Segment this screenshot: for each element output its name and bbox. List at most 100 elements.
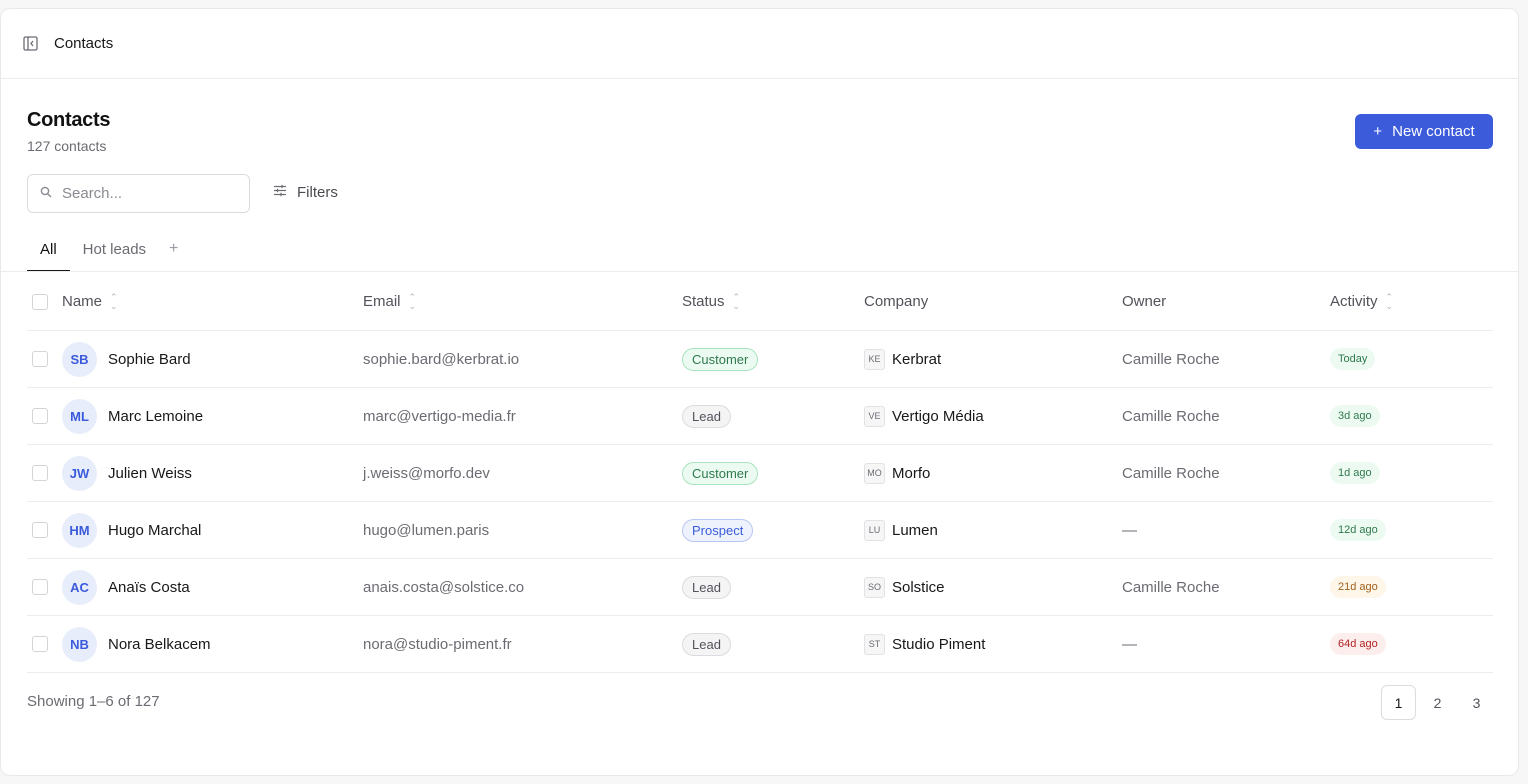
contact-email[interactable]: hugo@lumen.paris xyxy=(363,522,489,539)
page-button-3[interactable]: 3 xyxy=(1459,685,1494,720)
status-cell: Prospect xyxy=(682,518,754,542)
contact-name-cell[interactable]: HM Hugo Marchal xyxy=(62,512,202,548)
contact-name: Julien Weiss xyxy=(108,464,192,482)
status-cell: Lead xyxy=(682,575,731,599)
sort-icon: ⌃ ⌄ xyxy=(408,291,417,311)
column-owner-label: Owner xyxy=(1122,293,1167,310)
filters-icon xyxy=(273,184,287,201)
table-header-row: Name ⌃ ⌄ Email ⌃ ⌄ Status ⌃ ⌄ Company Owner… xyxy=(27,273,1493,331)
tabs-divider xyxy=(1,271,1518,272)
status-cell: Lead xyxy=(682,632,731,656)
contact-count: 127 contacts xyxy=(27,138,107,154)
contact-name-cell[interactable]: SB Sophie Bard xyxy=(62,341,191,377)
company-cell[interactable]: VE Vertigo Média xyxy=(864,405,984,427)
column-header-company[interactable]: Company xyxy=(864,293,928,310)
new-contact-button[interactable]: + New contact xyxy=(1355,114,1493,149)
column-header-status[interactable]: Status ⌃ ⌄ xyxy=(682,291,741,311)
add-tab-icon[interactable]: + xyxy=(159,239,188,272)
row-checkbox[interactable] xyxy=(32,522,48,538)
column-activity-label: Activity xyxy=(1330,293,1378,310)
activity-cell: 3d ago xyxy=(1330,405,1380,427)
activity-badge: 21d ago xyxy=(1330,576,1386,598)
table-row[interactable]: JW Julien Weiss j.weiss@morfo.dev Customer M… xyxy=(27,445,1493,502)
table-row[interactable]: ML Marc Lemoine marc@vertigo-media.fr Lead V… xyxy=(27,388,1493,445)
search-box[interactable] xyxy=(27,174,250,213)
column-header-activity[interactable]: Activity ⌃ ⌄ xyxy=(1330,291,1394,311)
company-cell[interactable]: SO Solstice xyxy=(864,576,945,598)
company-name: Lumen xyxy=(892,521,938,539)
column-header-email[interactable]: Email ⌃ ⌄ xyxy=(363,291,417,311)
table-row[interactable]: SB Sophie Bard sophie.bard@kerbrat.io Custo… xyxy=(27,331,1493,388)
company-logo-tag: MO xyxy=(864,462,885,484)
company-name: Solstice xyxy=(892,578,945,596)
contact-email[interactable]: j.weiss@morfo.dev xyxy=(363,465,490,482)
avatar: AC xyxy=(62,569,97,605)
avatar: JW xyxy=(62,455,97,491)
contact-email[interactable]: nora@studio-piment.fr xyxy=(363,636,512,653)
table-row[interactable]: AC Anaïs Costa anais.costa@solstice.co Lead… xyxy=(27,559,1493,616)
contact-email[interactable]: anais.costa@solstice.co xyxy=(363,579,524,596)
select-all-checkbox[interactable] xyxy=(32,293,48,310)
avatar: SB xyxy=(62,341,97,377)
sort-icon: ⌃ ⌄ xyxy=(1385,291,1394,311)
owner-name: — xyxy=(1122,635,1137,653)
table-row[interactable]: NB Nora Belkacem nora@studio-piment.fr Lead… xyxy=(27,616,1493,673)
tab-all[interactable]: All xyxy=(27,239,70,272)
owner-name: Camille Roche xyxy=(1122,578,1220,596)
column-company-label: Company xyxy=(864,293,929,310)
column-header-name[interactable]: Name ⌃ ⌄ xyxy=(62,291,118,311)
activity-badge: 64d ago xyxy=(1330,633,1386,655)
company-logo-tag: LU xyxy=(864,519,885,541)
owner-name: Camille Roche xyxy=(1122,464,1220,482)
status-badge: Lead xyxy=(682,575,731,599)
company-name: Kerbrat xyxy=(892,350,942,368)
column-header-owner[interactable]: Owner xyxy=(1122,293,1166,310)
contact-name-cell[interactable]: ML Marc Lemoine xyxy=(62,398,203,434)
activity-cell: 64d ago xyxy=(1330,633,1386,655)
company-cell[interactable]: ST Studio Piment xyxy=(864,633,985,655)
showing-count: Showing 1–6 of 127 xyxy=(27,693,160,710)
contact-name: Hugo Marchal xyxy=(108,521,202,539)
sort-icon: ⌃ ⌄ xyxy=(732,291,741,311)
activity-badge: Today xyxy=(1330,348,1376,370)
contacts-table: Name ⌃ ⌄ Email ⌃ ⌄ Status ⌃ ⌄ Company Owner… xyxy=(27,273,1493,673)
pagination: 1 2 3 xyxy=(1381,685,1494,720)
table-row[interactable]: HM Hugo Marchal hugo@lumen.paris Prospect LU… xyxy=(27,502,1493,559)
sidebar-toggle-icon[interactable] xyxy=(22,36,38,52)
avatar: ML xyxy=(62,398,97,434)
contact-email[interactable]: marc@vertigo-media.fr xyxy=(363,408,516,425)
search-icon xyxy=(40,185,52,203)
row-checkbox[interactable] xyxy=(32,351,48,367)
row-checkbox[interactable] xyxy=(32,579,48,595)
contact-name-cell[interactable]: AC Anaïs Costa xyxy=(62,569,190,605)
page-title: Contacts xyxy=(27,109,111,131)
owner-name: — xyxy=(1122,521,1137,539)
contact-name-cell[interactable]: JW Julien Weiss xyxy=(62,455,192,491)
contact-name-cell[interactable]: NB Nora Belkacem xyxy=(62,626,211,662)
tab-hot-leads[interactable]: Hot leads xyxy=(70,239,159,272)
app-window: Contacts Contacts 127 contacts + New con… xyxy=(0,8,1519,776)
search-input[interactable] xyxy=(62,185,232,202)
company-cell[interactable]: LU Lumen xyxy=(864,519,938,541)
row-checkbox[interactable] xyxy=(32,465,48,481)
owner-name: Camille Roche xyxy=(1122,407,1220,425)
activity-badge: 3d ago xyxy=(1330,405,1380,427)
page-button-1[interactable]: 1 xyxy=(1381,685,1416,720)
contact-email[interactable]: sophie.bard@kerbrat.io xyxy=(363,351,519,368)
row-checkbox[interactable] xyxy=(32,408,48,424)
avatar: NB xyxy=(62,626,97,662)
column-email-label: Email xyxy=(363,293,401,310)
status-badge: Prospect xyxy=(682,518,754,542)
plus-icon: + xyxy=(1373,123,1383,140)
activity-cell: 12d ago xyxy=(1330,519,1386,541)
page-button-2[interactable]: 2 xyxy=(1420,685,1455,720)
status-badge: Lead xyxy=(682,404,731,428)
company-cell[interactable]: MO Morfo xyxy=(864,462,930,484)
column-name-label: Name xyxy=(62,293,103,310)
row-checkbox[interactable] xyxy=(32,636,48,652)
filters-button[interactable]: Filters xyxy=(273,184,338,201)
company-name: Vertigo Média xyxy=(892,407,984,425)
activity-badge: 12d ago xyxy=(1330,519,1386,541)
sort-icon: ⌃ ⌄ xyxy=(110,291,118,311)
company-cell[interactable]: KE Kerbrat xyxy=(864,348,942,370)
